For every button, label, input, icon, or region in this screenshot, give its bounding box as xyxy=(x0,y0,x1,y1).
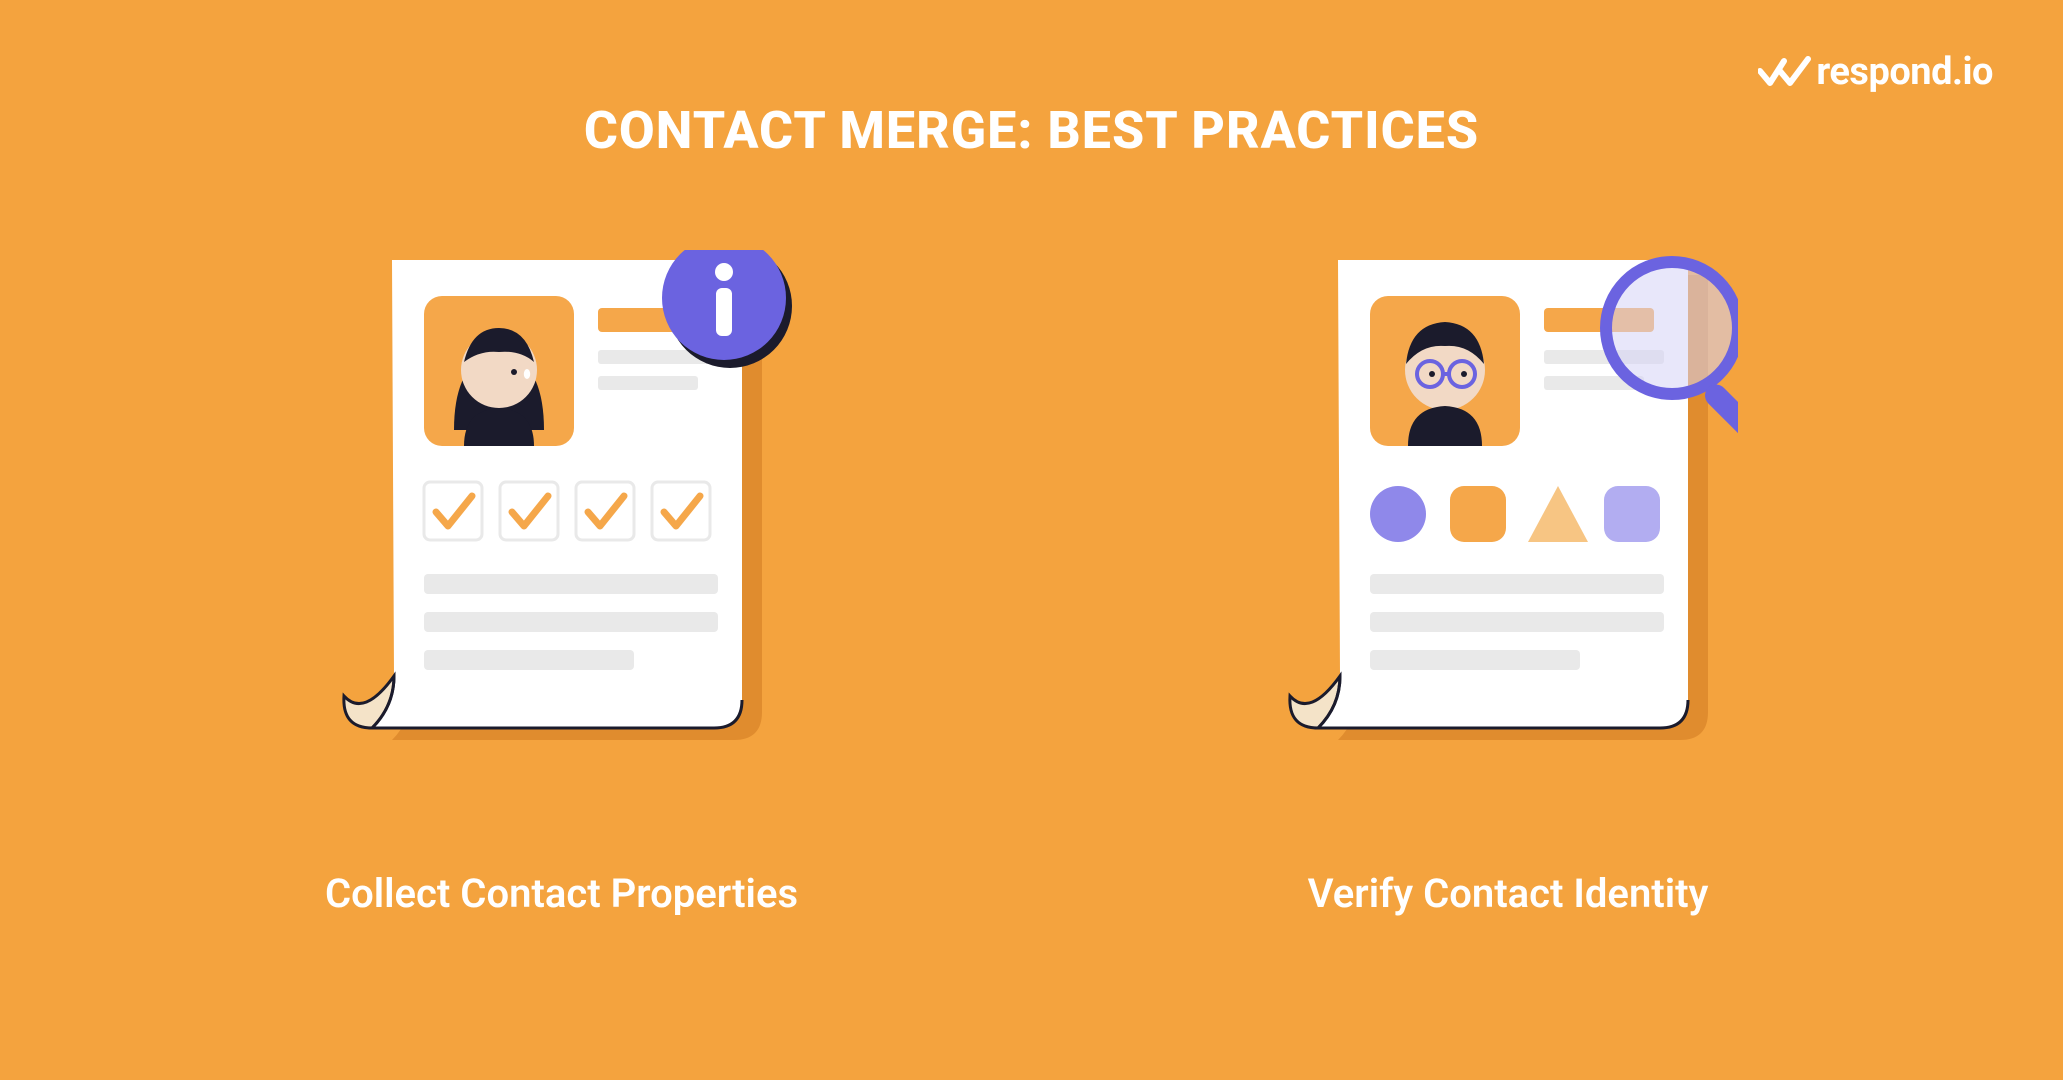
checkbox-icon xyxy=(424,482,482,540)
rounded-square-shape-icon xyxy=(1604,486,1660,542)
card-caption: Collect Contact Properties xyxy=(325,870,798,917)
card-collect-properties: Collect Contact Properties xyxy=(325,250,798,917)
brand-logo: respond.io xyxy=(1758,50,1993,94)
verify-identity-illustration xyxy=(1278,250,1738,810)
page-title: CONTACT MERGE: BEST PRACTICES xyxy=(0,100,2063,161)
card-caption: Verify Contact Identity xyxy=(1308,870,1709,917)
square-shape-icon xyxy=(1450,486,1506,542)
card-verify-identity: Verify Contact Identity xyxy=(1278,250,1738,917)
checkbox-icon xyxy=(500,482,558,540)
logo-checkmarks-icon xyxy=(1758,55,1812,89)
checkbox-icon xyxy=(652,482,710,540)
checkbox-icon xyxy=(576,482,634,540)
circle-shape-icon xyxy=(1370,486,1426,542)
cards-row: Collect Contact Properties xyxy=(0,250,2063,917)
brand-name: respond.io xyxy=(1816,50,1993,94)
collect-properties-illustration xyxy=(332,250,792,810)
